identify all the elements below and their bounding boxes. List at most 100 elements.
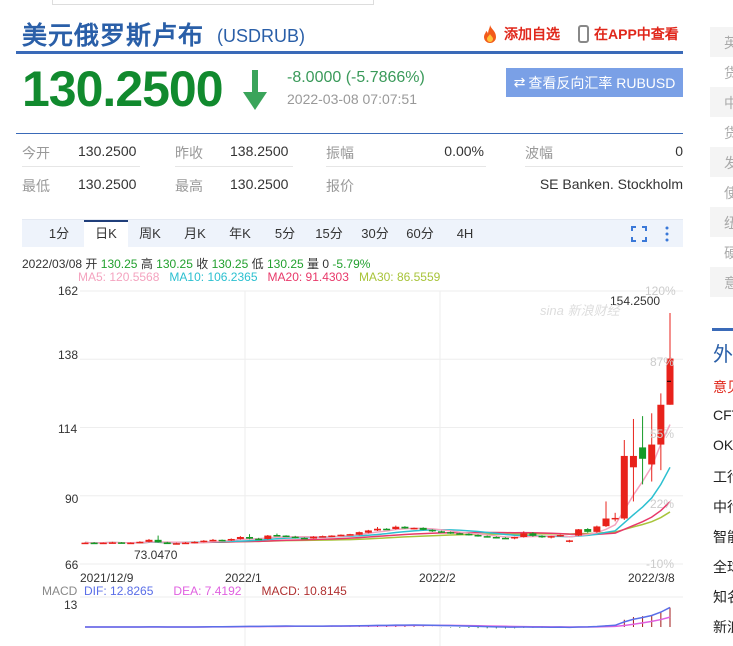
candle-body	[639, 447, 647, 459]
sidebar-news-item[interactable]: 意见	[713, 377, 733, 397]
candle-body	[218, 539, 226, 542]
sidebar-link[interactable]: 硬	[710, 237, 733, 267]
candle-body	[300, 537, 308, 540]
candle-body	[511, 536, 519, 539]
candle-body	[136, 541, 144, 544]
candle-body	[620, 455, 628, 519]
candle-body	[355, 532, 363, 535]
y-tick: 114	[58, 422, 78, 436]
sina-watermark: sina 新浪财经	[540, 303, 620, 318]
sidebar-link[interactable]: 纽	[710, 207, 733, 237]
sidebar-news-item[interactable]: 知名	[713, 587, 733, 607]
y-tick: 90	[65, 492, 79, 506]
candle-body	[456, 533, 464, 535]
candle-body	[118, 542, 126, 544]
candle-body	[565, 540, 573, 542]
y-tick: 138	[58, 348, 79, 362]
candle-body	[255, 538, 263, 541]
pct-tick: 87%	[650, 355, 675, 369]
macd-value: MACD: 10.8145	[261, 584, 347, 598]
sidebar-news-item[interactable]: 智能	[713, 527, 733, 547]
candle-body	[538, 535, 546, 538]
sidebar-link[interactable]: 意	[710, 267, 733, 297]
candle-body	[191, 541, 199, 544]
candle-body	[492, 536, 500, 539]
candle-body	[556, 534, 564, 537]
dif-value: DIF: 12.8265	[84, 584, 154, 598]
candle-body	[465, 533, 473, 536]
min-label: 73.0470	[134, 548, 178, 562]
candle-body	[364, 530, 372, 533]
candle-body	[648, 444, 656, 465]
sidebar-news-item[interactable]: OK	[713, 437, 733, 453]
x-label: 2021/12/9	[80, 571, 134, 585]
candle-body	[99, 542, 107, 545]
sidebar-news-item[interactable]: 新浪	[713, 617, 733, 637]
candle-body	[374, 528, 381, 531]
candle-body	[273, 534, 281, 537]
candle-body	[501, 537, 509, 540]
candle-body	[575, 529, 583, 536]
sidebar-section-title: 外	[713, 344, 733, 366]
macd-axis: 13	[64, 598, 78, 612]
candle-body	[154, 539, 162, 543]
candle-body	[392, 526, 400, 530]
candle-body	[172, 543, 180, 545]
candle-body	[483, 536, 491, 538]
candle-body	[163, 542, 171, 545]
sidebar-link[interactable]: 货	[710, 117, 733, 147]
sidebar-link[interactable]: 中	[710, 87, 733, 117]
candle-body	[447, 532, 455, 534]
macd-legend: MACD DIF: 12.8265 DEA: 7.4192 MACD: 10.8…	[42, 584, 347, 598]
candle-body	[310, 536, 318, 539]
candle-body	[410, 527, 418, 530]
candle-body	[227, 538, 235, 541]
candle-body	[419, 527, 427, 530]
candle-body	[291, 536, 299, 539]
candle-body	[246, 536, 254, 539]
candle-body	[428, 529, 436, 532]
sidebar-news-item[interactable]: CFT	[713, 407, 733, 423]
candle-body	[547, 536, 555, 538]
x-label: 2022/3/8	[628, 571, 675, 585]
candle-body	[337, 534, 345, 537]
candle-body	[328, 535, 336, 538]
candle-body	[127, 542, 135, 545]
candle-body	[520, 533, 528, 537]
candle-body	[108, 542, 116, 544]
candle-body	[383, 528, 391, 531]
candle-body	[602, 518, 610, 527]
y-tick: 162	[58, 284, 79, 298]
candle-body	[346, 534, 354, 536]
pct-tick: 22%	[650, 497, 675, 511]
sidebar-news-item[interactable]: 全球	[713, 557, 733, 577]
y-tick: 66	[65, 558, 79, 572]
candle-body	[145, 539, 153, 542]
dea-value: DEA: 7.4192	[173, 584, 242, 598]
x-label: 2022/2	[419, 571, 456, 585]
candle-body	[182, 542, 190, 545]
sidebar-link[interactable]: 英	[710, 27, 733, 57]
ma5-line	[84, 424, 671, 544]
sidebar-link[interactable]: 使	[710, 177, 733, 207]
sidebar-link[interactable]: 发	[710, 147, 733, 177]
candle-body	[282, 535, 290, 538]
dif-line	[84, 606, 671, 629]
candle-body	[401, 526, 409, 529]
kline-chart[interactable]	[0, 0, 700, 646]
candle-body	[319, 536, 327, 538]
pct-tick: 55%	[650, 427, 675, 441]
candle-body	[629, 455, 637, 468]
candle-body	[529, 533, 537, 536]
candle-body	[200, 540, 208, 543]
sidebar-link[interactable]: 货	[710, 57, 733, 87]
pct-tick: -10%	[646, 557, 675, 571]
candle-body	[593, 526, 601, 532]
candle-body	[236, 536, 244, 539]
candle-body	[209, 539, 217, 542]
candle-body	[90, 542, 98, 545]
candle-body	[81, 542, 89, 545]
sidebar-news-item[interactable]: 中行	[713, 497, 733, 517]
x-label: 2022/1	[225, 571, 262, 585]
sidebar-news-item[interactable]: 工行	[713, 467, 733, 487]
